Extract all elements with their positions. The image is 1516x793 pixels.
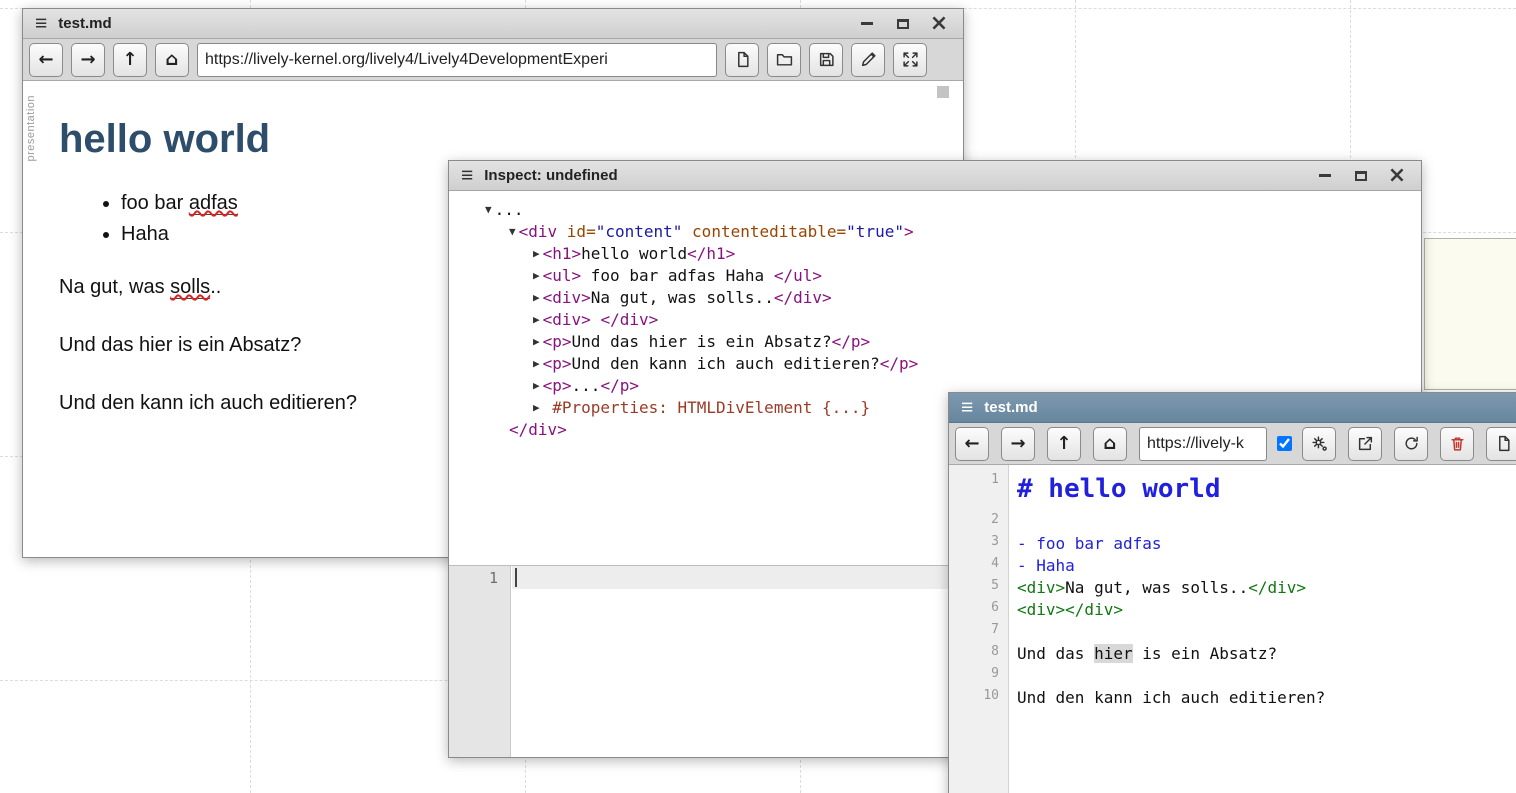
new-file-button[interactable]	[725, 43, 759, 77]
open-external-button[interactable]	[1348, 427, 1382, 461]
new-file-icon	[1495, 435, 1512, 452]
code-line[interactable]: 7	[949, 620, 1516, 642]
window-menu-icon[interactable]: ≡	[961, 397, 973, 418]
minimize-button[interactable]	[1317, 168, 1333, 184]
dom-tree-node[interactable]: ▶<p>Und den kann ich auch editieren?</p>	[449, 353, 1421, 375]
window-title: Inspect: undefined	[484, 167, 617, 184]
save-button[interactable]	[809, 43, 843, 77]
window-title: test.md	[58, 15, 111, 32]
line-number: 6	[949, 598, 1009, 620]
delete-button[interactable]	[1440, 427, 1474, 461]
dom-tree-node[interactable]: ▶<p>Und das hier is ein Absatz?</p>	[449, 331, 1421, 353]
new-file-icon	[734, 51, 751, 68]
forward-button[interactable]: →	[1001, 427, 1035, 461]
home-button[interactable]: ⌂	[155, 43, 189, 77]
new-file-button[interactable]	[1486, 427, 1516, 461]
background-window-fragment[interactable]	[1424, 238, 1516, 390]
editor-gutter: 1	[449, 566, 511, 757]
window-menu-icon[interactable]: ≡	[35, 13, 47, 34]
close-button[interactable]: ×	[1389, 168, 1405, 184]
dom-tree-node[interactable]: ▼<div id="content" contenteditable="true…	[449, 221, 1421, 243]
close-button[interactable]: ×	[931, 16, 947, 32]
code-line[interactable]: 5<div>Na gut, was solls..</div>	[949, 576, 1516, 598]
titlebar[interactable]: ≡ test.md ×	[23, 9, 963, 39]
scrollbar-nub	[937, 86, 949, 98]
back-button[interactable]: ←	[955, 427, 989, 461]
line-number: 5	[949, 576, 1009, 598]
window-markdown-editor: ≡ test.md ← → ↑ ⌂	[948, 392, 1516, 793]
floppy-icon	[818, 51, 835, 68]
code-line[interactable]: 2	[949, 510, 1516, 532]
forward-button[interactable]: →	[71, 43, 105, 77]
back-icon: ←	[38, 49, 53, 70]
line-number: 3	[949, 532, 1009, 554]
code-line[interactable]: 6<div></div>	[949, 598, 1516, 620]
dom-tree-node[interactable]: ▶<h1>hello world</h1>	[449, 243, 1421, 265]
reload-button[interactable]	[1394, 427, 1428, 461]
text-cursor	[515, 568, 517, 587]
line-number: 1	[489, 569, 498, 587]
titlebar[interactable]: ≡ Inspect: undefined ×	[449, 161, 1421, 191]
edit-button[interactable]	[851, 43, 885, 77]
line-number: 2	[949, 510, 1009, 532]
dom-tree-node[interactable]: ▶<div>Na gut, was solls..</div>	[449, 287, 1421, 309]
titlebar[interactable]: ≡ test.md	[949, 393, 1516, 423]
window-menu-icon[interactable]: ≡	[461, 165, 473, 186]
code-line[interactable]: 4- Haha	[949, 554, 1516, 576]
preview-heading[interactable]: hello world	[59, 117, 923, 162]
code-line[interactable]: 3- foo bar adfas	[949, 532, 1516, 554]
settings-button[interactable]	[1302, 427, 1336, 461]
up-button[interactable]: ↑	[1047, 427, 1081, 461]
home-icon: ⌂	[166, 49, 179, 70]
home-button[interactable]: ⌂	[1093, 427, 1127, 461]
open-folder-button[interactable]	[767, 43, 801, 77]
forward-icon: →	[80, 49, 95, 70]
fullscreen-button[interactable]	[893, 43, 927, 77]
window-controls: ×	[859, 16, 951, 32]
code-line[interactable]: 1# hello world	[949, 470, 1516, 510]
pencil-icon	[860, 51, 877, 68]
up-button[interactable]: ↑	[113, 43, 147, 77]
up-icon: ↑	[122, 49, 137, 70]
window-title: test.md	[984, 399, 1037, 416]
folder-icon	[776, 51, 793, 68]
dom-tree-node[interactable]: ▶<ul> foo bar adfas Haha </ul>	[449, 265, 1421, 287]
expand-icon	[902, 51, 919, 68]
back-icon: ←	[964, 433, 979, 454]
line-number: 7	[949, 620, 1009, 642]
refresh-icon	[1403, 435, 1420, 452]
back-button[interactable]: ←	[29, 43, 63, 77]
code-lines: 1# hello world23- foo bar adfas4- Haha5<…	[949, 465, 1516, 708]
navigation-toolbar: ← → ↑ ⌂	[949, 423, 1516, 465]
gears-icon	[1311, 435, 1328, 452]
code-line[interactable]: 8Und das hier is ein Absatz?	[949, 642, 1516, 664]
navigation-toolbar: ← → ↑ ⌂	[23, 39, 963, 81]
desktop: ≡ test.md × ← → ↑ ⌂	[0, 0, 1516, 793]
home-icon: ⌂	[1104, 433, 1117, 454]
maximize-button[interactable]	[895, 16, 911, 32]
up-icon: ↑	[1056, 433, 1071, 454]
dev-mode-checkbox[interactable]	[1277, 436, 1292, 451]
line-number: 10	[949, 686, 1009, 708]
maximize-button[interactable]	[1353, 168, 1369, 184]
url-input[interactable]	[1139, 427, 1267, 461]
line-number: 8	[949, 642, 1009, 664]
code-line[interactable]: 9	[949, 664, 1516, 686]
window-controls: ×	[1317, 168, 1409, 184]
line-number: 1	[949, 470, 1009, 510]
dom-tree-node[interactable]: ▼...	[449, 199, 1421, 221]
minimize-button[interactable]	[859, 16, 875, 32]
url-input[interactable]	[197, 43, 717, 77]
line-number: 9	[949, 664, 1009, 686]
line-number: 4	[949, 554, 1009, 576]
code-line[interactable]: 10Und den kann ich auch editieren?	[949, 686, 1516, 708]
forward-icon: →	[1010, 433, 1025, 454]
markdown-source-editor[interactable]: 1# hello world23- foo bar adfas4- Haha5<…	[949, 465, 1516, 793]
presentation-side-label: presentation	[25, 95, 37, 162]
external-link-icon	[1357, 435, 1374, 452]
dom-tree-node[interactable]: ▶<div> </div>	[449, 309, 1421, 331]
trash-icon	[1449, 435, 1466, 452]
